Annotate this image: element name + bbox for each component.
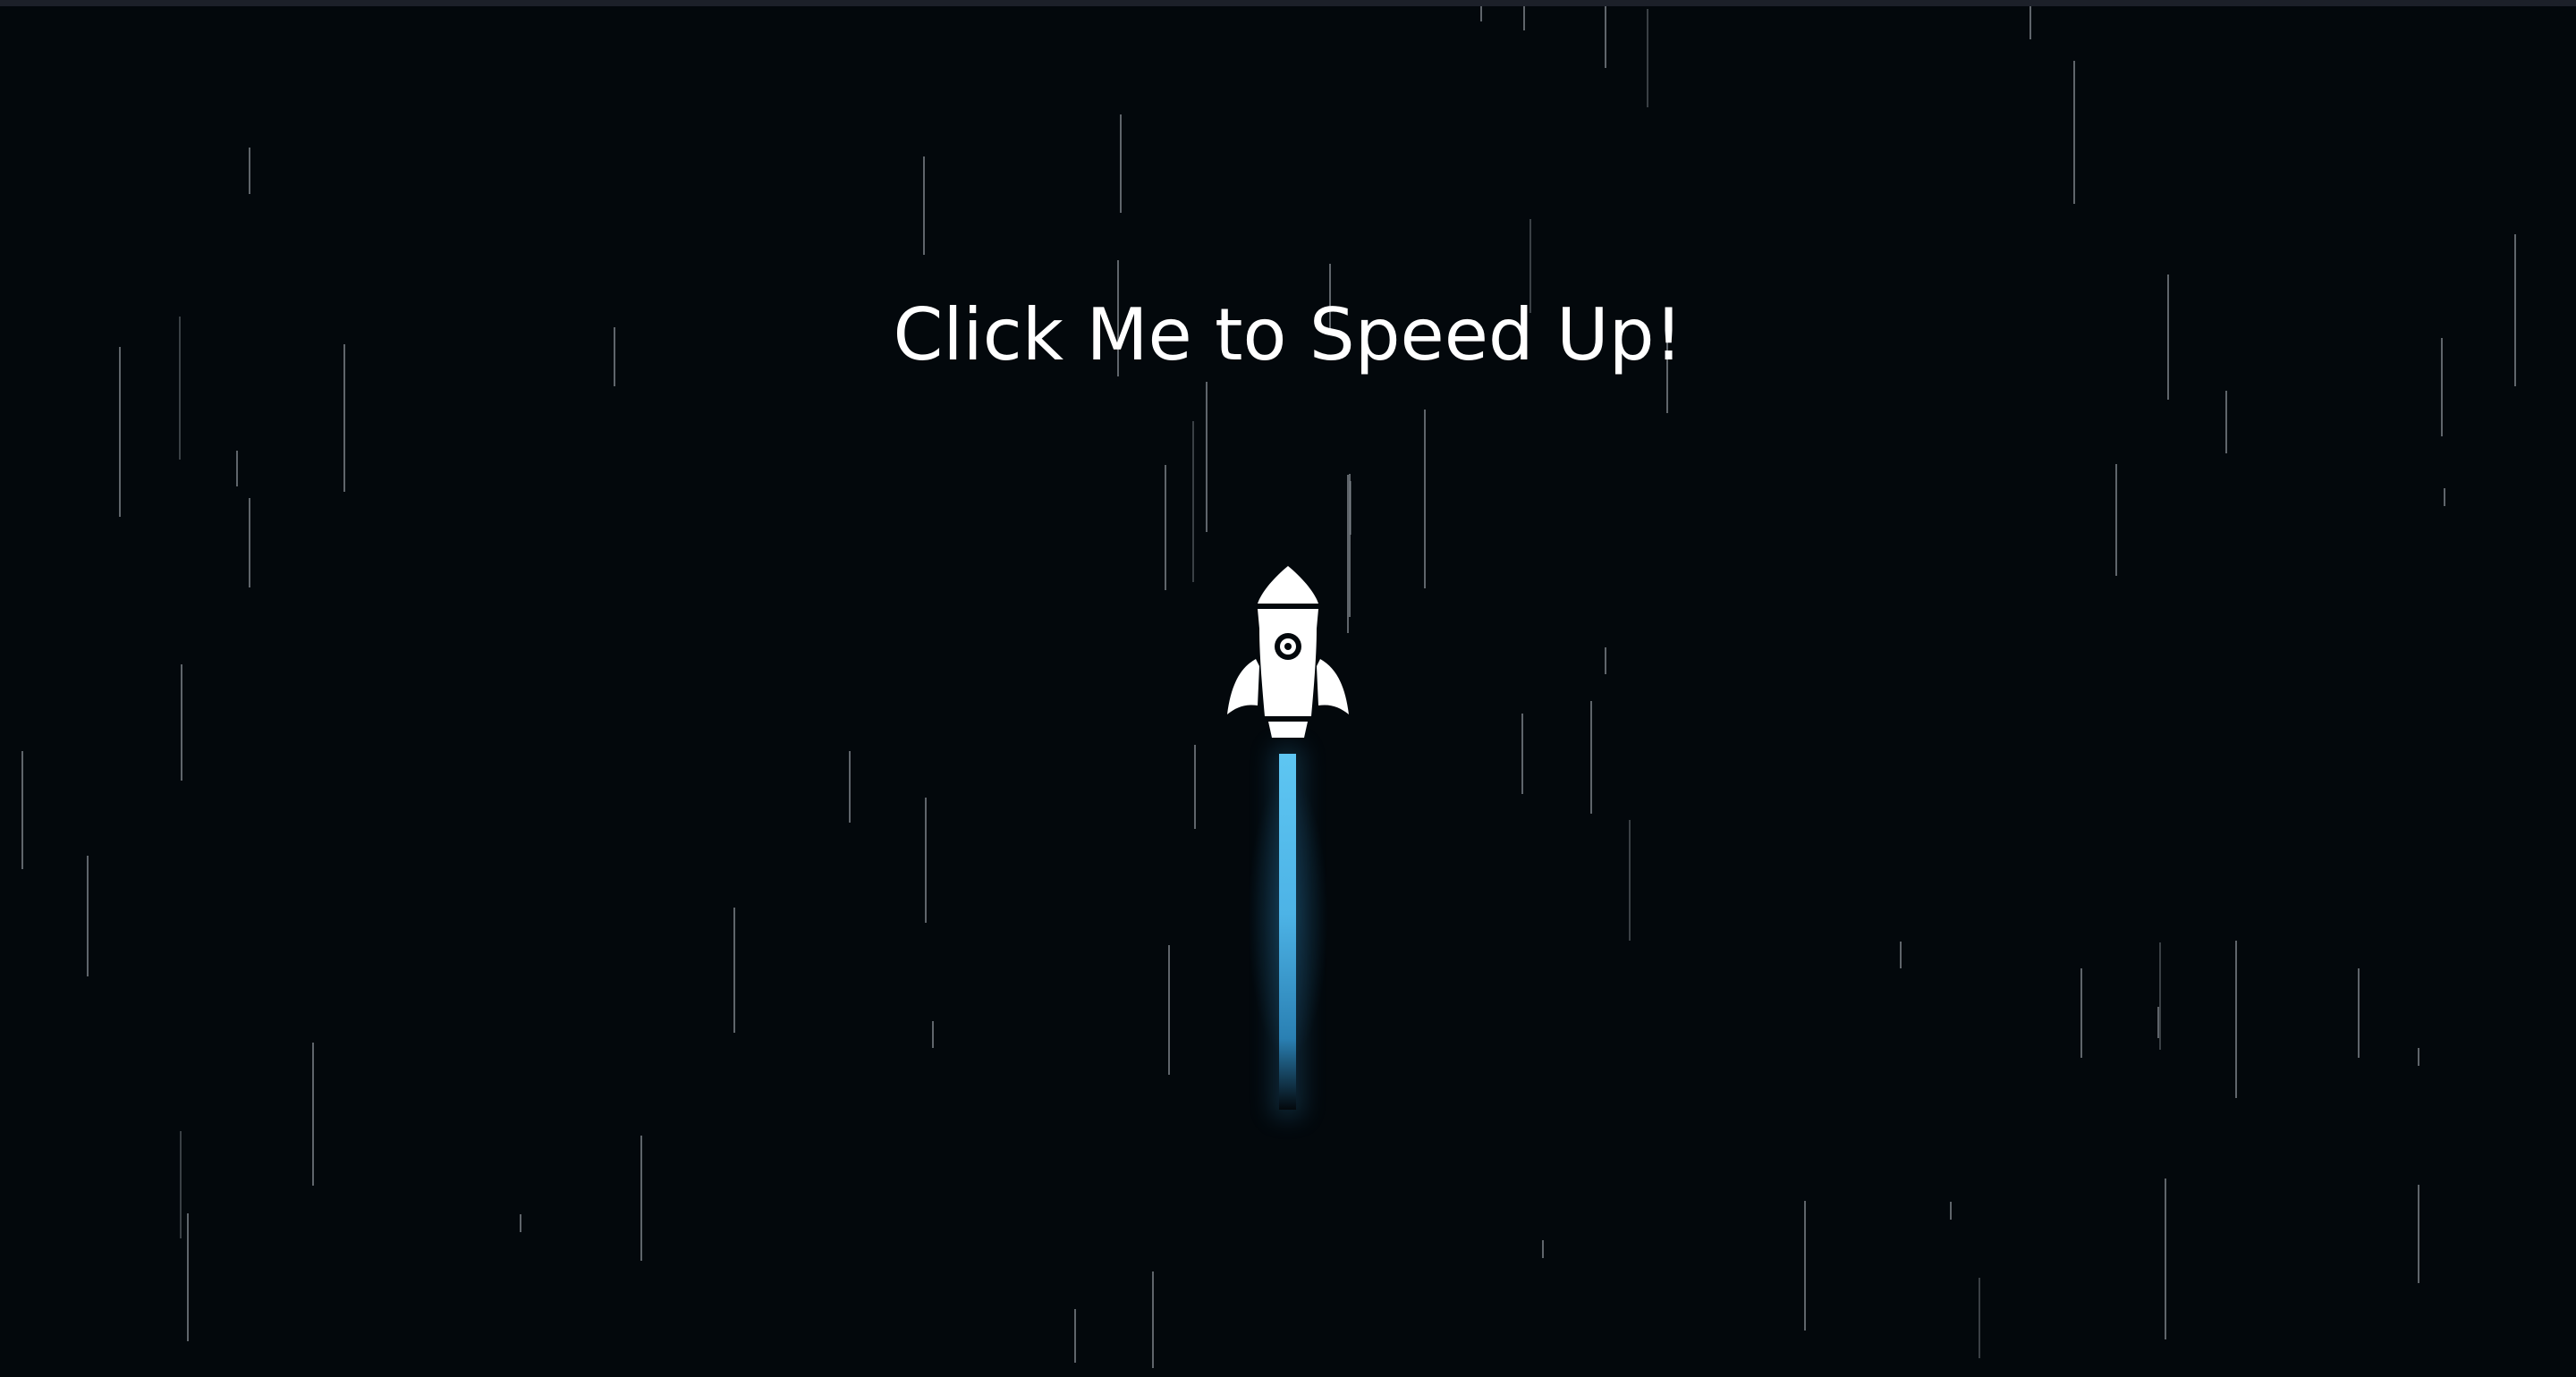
star-streak [249,148,250,194]
star-streak [1523,6,1525,30]
star-streak [1900,942,1902,968]
star-streak [2418,1048,2419,1066]
star-streak [180,1131,182,1238]
star-streak [733,908,735,1033]
rocket-svg [1227,566,1349,738]
star-streak [1168,945,1170,1075]
star-streak [2115,464,2117,576]
star-streak [2165,1178,2166,1339]
star-streak [1647,9,1648,107]
star-streak [1194,745,1196,829]
star-streak [1350,481,1352,535]
star-streak [236,451,238,486]
star-streak [21,751,23,869]
star-streak [181,664,182,781]
star-streak [520,1214,521,1232]
star-streak [1542,1240,1544,1258]
star-streak [2235,941,2237,1098]
rocket-icon[interactable] [1224,561,1352,748]
star-streak [2073,61,2075,204]
star-streak [923,156,925,255]
star-streak [1074,1309,1076,1363]
star-streak [932,1021,934,1048]
star-streak [312,1043,314,1186]
star-streak [1165,465,1166,590]
star-streak [1424,410,1426,588]
star-streak [1605,6,1606,68]
star-streak [1950,1202,1952,1220]
star-streak [2444,488,2445,506]
star-streak [2159,942,2161,1050]
speed-up-button[interactable]: Click Me to Speed Up! [0,291,2576,380]
star-streak [2358,968,2360,1058]
star-streak [1206,382,1208,532]
rocket-flame-trail [1279,754,1296,1110]
star-streak [2029,6,2031,39]
star-streak [1152,1271,1154,1368]
star-streak [1605,647,1606,674]
star-streak [1590,701,1592,814]
window-top-border [0,0,2576,6]
star-streak [1804,1201,1806,1331]
star-streak [1192,421,1194,582]
star-streak [2157,1007,2159,1038]
star-streak [187,1213,189,1341]
star-streak [2080,968,2082,1058]
star-streak [849,751,851,823]
star-streak [640,1136,642,1261]
star-streak [1480,6,1482,21]
star-streak [1521,714,1523,794]
star-streak [925,798,927,923]
star-streak [2225,391,2227,453]
star-streak [87,856,89,976]
space-scene[interactable]: Click Me to Speed Up! [0,6,2576,1377]
star-streak [249,498,250,587]
star-streak [2418,1185,2419,1283]
star-streak [1629,820,1631,941]
star-streak [1979,1278,1980,1358]
star-streak [1120,114,1122,213]
